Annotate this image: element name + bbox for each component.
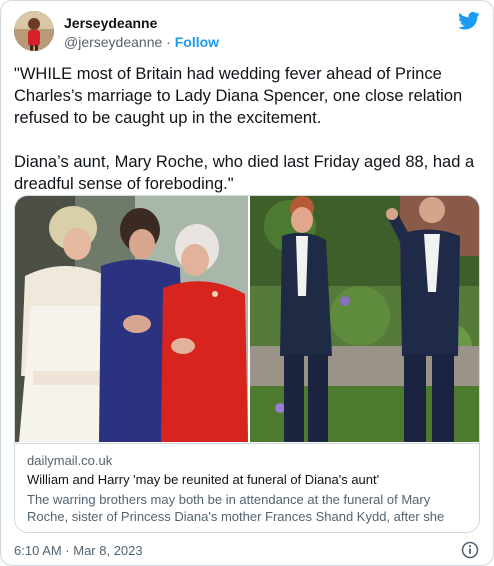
tweet-header: Jerseydeanne @jerseydeanne · Follow — [14, 11, 482, 55]
tweet-timestamp[interactable]: 6:10 AM · Mar 8, 2023 — [14, 543, 143, 558]
link-preview-image[interactable] — [15, 196, 479, 442]
photo-william-and-harry — [250, 196, 479, 442]
link-preview-text[interactable]: dailymail.co.uk William and Harry 'may b… — [15, 443, 479, 532]
link-domain: dailymail.co.uk — [27, 453, 113, 468]
author-handle-row: @jerseydeanne · Follow — [64, 34, 219, 50]
author-avatar[interactable] — [14, 11, 54, 51]
info-icon[interactable] — [461, 541, 479, 559]
link-preview-card[interactable]: dailymail.co.uk William and Harry 'may b… — [14, 195, 480, 533]
link-title: William and Harry 'may be reunited at fu… — [27, 472, 380, 487]
tweet-text: "WHILE most of Britain had wedding fever… — [14, 65, 475, 193]
author-handle[interactable]: @jerseydeanne — [64, 34, 162, 50]
photo-diana-with-relatives — [15, 196, 248, 442]
link-description: The warring brothers may both be in atte… — [27, 492, 445, 524]
tweet-card: Jerseydeanne @jerseydeanne · Follow "WHI… — [0, 0, 494, 566]
follow-button[interactable]: Follow — [175, 34, 219, 50]
twitter-bird-icon[interactable] — [458, 11, 480, 31]
handle-separator: · — [162, 34, 175, 50]
author-display-name[interactable]: Jerseydeanne — [64, 15, 157, 31]
